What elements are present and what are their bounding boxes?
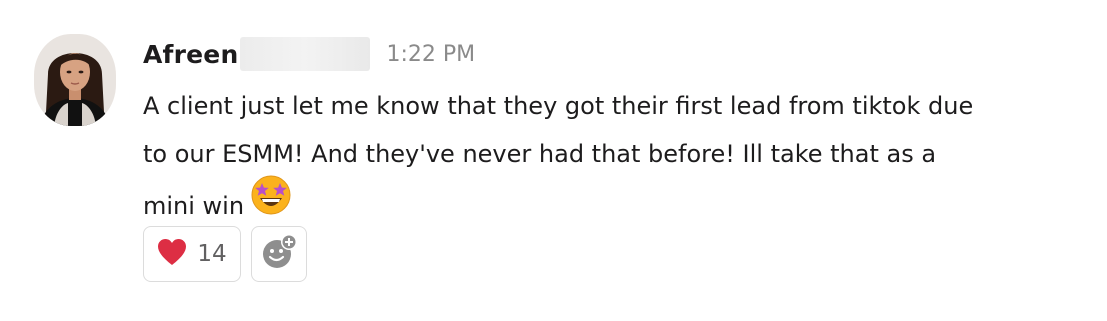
message: Afreen 1:22 PM A client just let me know…	[0, 0, 1107, 321]
heart-reaction-button[interactable]: 14	[143, 226, 241, 282]
reaction-count: 14	[197, 241, 227, 267]
message-line: A client just let me know that they got …	[143, 92, 974, 120]
star-struck-icon	[250, 174, 292, 232]
message-header: Afreen 1:22 PM	[143, 34, 475, 74]
sender-name[interactable]: Afreen	[143, 40, 238, 69]
reactions-bar: 14	[143, 226, 307, 282]
message-line: to our ESMM! And they've never had that …	[143, 140, 937, 168]
message-line-text: mini win	[143, 192, 245, 220]
timestamp[interactable]: 1:22 PM	[386, 42, 475, 67]
message-body: A client just let me know that they got …	[143, 82, 1093, 236]
add-reaction-icon	[260, 233, 298, 275]
redacted-surname	[240, 37, 371, 71]
avatar[interactable]	[34, 34, 116, 126]
add-reaction-button[interactable]	[251, 226, 307, 282]
red-heart-icon	[157, 238, 187, 270]
